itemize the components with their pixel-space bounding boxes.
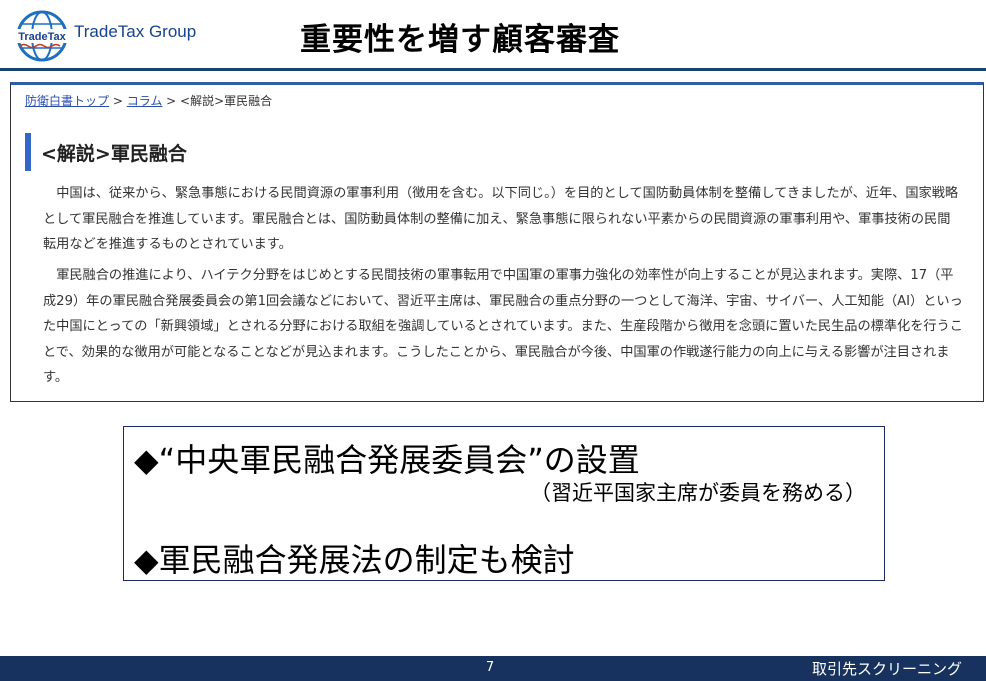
key-point-committee: ◆“中央軍民融合発展委員会”の設置 — [134, 441, 640, 479]
page-number: 7 — [485, 660, 495, 675]
logo-globe-text: TradeTax — [18, 31, 66, 43]
company-logo: TradeTax TradeTax Group — [16, 8, 196, 64]
key-point-committee-note: （習近平国家主席が委員を務める） — [530, 481, 866, 505]
key-point-law: ◆軍民融合発展法の制定も検討 — [134, 541, 575, 579]
section-title: <解説>軍民融合 — [25, 133, 187, 171]
breadcrumb-separator: > — [162, 94, 181, 108]
paragraph-2: 軍民融合の推進により、ハイテク分野をはじめとする民間技術の軍事転用で中国軍の軍事… — [43, 268, 963, 385]
breadcrumb-current: <解説>軍民融合 — [180, 94, 273, 108]
breadcrumb: 防衛白書トップ > コラム > <解説>軍民融合 — [25, 92, 272, 109]
footer-bar: 7 取引先スクリーニング — [0, 656, 986, 681]
header-divider — [0, 68, 986, 71]
white-paper-screenshot: 防衛白書トップ > コラム > <解説>軍民融合 <解説>軍民融合 中国は、従来… — [10, 82, 984, 402]
key-points-box: ◆“中央軍民融合発展委員会”の設置 （習近平国家主席が委員を務める） ◆軍民融合… — [123, 426, 885, 581]
breadcrumb-home-link[interactable]: 防衛白書トップ — [25, 94, 109, 108]
footer-label: 取引先スクリーニング — [811, 660, 962, 678]
breadcrumb-column-link[interactable]: コラム — [127, 94, 163, 108]
breadcrumb-separator: > — [109, 94, 127, 108]
globe-icon: TradeTax — [16, 10, 68, 62]
slide-title: 重要性を増す顧客審査 — [300, 22, 620, 58]
paragraph-1: 中国は、従来から、緊急事態における民間資源の軍事利用（徴用を含む。以下同じ。）を… — [43, 186, 959, 252]
logo-text: TradeTax Group — [74, 22, 197, 41]
